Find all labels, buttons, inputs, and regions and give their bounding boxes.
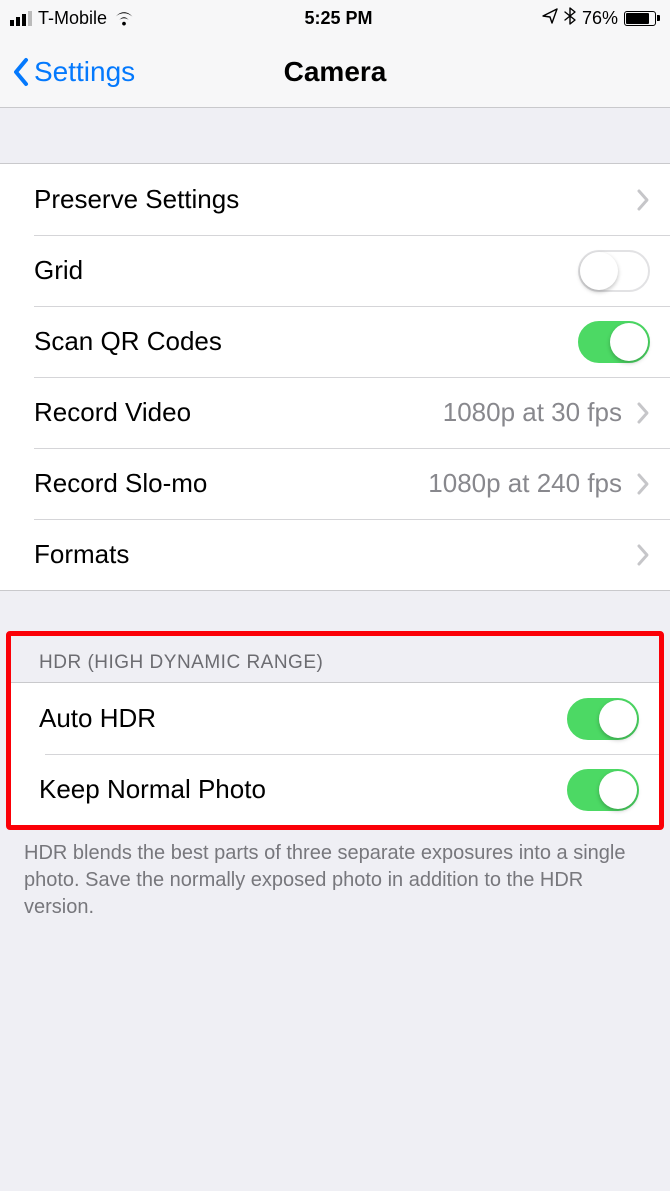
row-record-video[interactable]: Record Video 1080p at 30 fps xyxy=(0,377,670,448)
chevron-right-icon xyxy=(636,188,650,212)
row-label: Record Video xyxy=(34,397,443,428)
toggle-keep-normal[interactable] xyxy=(567,769,639,811)
signal-bars-icon xyxy=(10,11,32,26)
location-icon xyxy=(542,8,558,29)
row-label: Record Slo-mo xyxy=(34,468,428,499)
row-auto-hdr[interactable]: Auto HDR xyxy=(11,683,659,754)
chevron-right-icon xyxy=(636,543,650,567)
row-grid[interactable]: Grid xyxy=(0,235,670,306)
row-label: Preserve Settings xyxy=(34,184,636,215)
row-label: Scan QR Codes xyxy=(34,326,578,357)
row-label: Keep Normal Photo xyxy=(39,774,567,805)
row-preserve-settings[interactable]: Preserve Settings xyxy=(0,164,670,235)
status-bar: T-Mobile 5:25 PM 76% xyxy=(0,0,670,36)
chevron-right-icon xyxy=(636,401,650,425)
status-left: T-Mobile xyxy=(10,8,135,29)
battery-pct: 76% xyxy=(582,8,618,29)
back-button[interactable]: Settings xyxy=(12,56,135,88)
section-gap xyxy=(0,108,670,163)
row-scan-qr[interactable]: Scan QR Codes xyxy=(0,306,670,377)
hdr-highlight-box: HDR (HIGH DYNAMIC RANGE) Auto HDR Keep N… xyxy=(6,631,664,830)
toggle-scan-qr[interactable] xyxy=(578,321,650,363)
row-label: Formats xyxy=(34,539,636,570)
toggle-auto-hdr[interactable] xyxy=(567,698,639,740)
settings-group-hdr: Auto HDR Keep Normal Photo xyxy=(11,682,659,825)
row-label: Grid xyxy=(34,255,578,286)
back-label: Settings xyxy=(34,56,135,88)
row-keep-normal[interactable]: Keep Normal Photo xyxy=(11,754,659,825)
nav-bar: Settings Camera xyxy=(0,36,670,108)
battery-icon xyxy=(624,11,660,26)
row-detail: 1080p at 30 fps xyxy=(443,397,622,428)
section-gap xyxy=(0,591,670,631)
row-detail: 1080p at 240 fps xyxy=(428,468,622,499)
chevron-left-icon xyxy=(12,57,30,87)
section-header-hdr: HDR (HIGH DYNAMIC RANGE) xyxy=(11,636,659,682)
wifi-icon xyxy=(113,10,135,26)
status-right: 76% xyxy=(542,7,660,30)
row-formats[interactable]: Formats xyxy=(0,519,670,590)
row-record-slomo[interactable]: Record Slo-mo 1080p at 240 fps xyxy=(0,448,670,519)
hdr-footer-text: HDR blends the best parts of three separ… xyxy=(0,830,670,921)
row-label: Auto HDR xyxy=(39,703,567,734)
bluetooth-icon xyxy=(564,7,576,30)
carrier-label: T-Mobile xyxy=(38,8,107,29)
status-time: 5:25 PM xyxy=(304,8,372,29)
toggle-grid[interactable] xyxy=(578,250,650,292)
settings-group-main: Preserve Settings Grid Scan QR Codes Rec… xyxy=(0,163,670,591)
chevron-right-icon xyxy=(636,472,650,496)
